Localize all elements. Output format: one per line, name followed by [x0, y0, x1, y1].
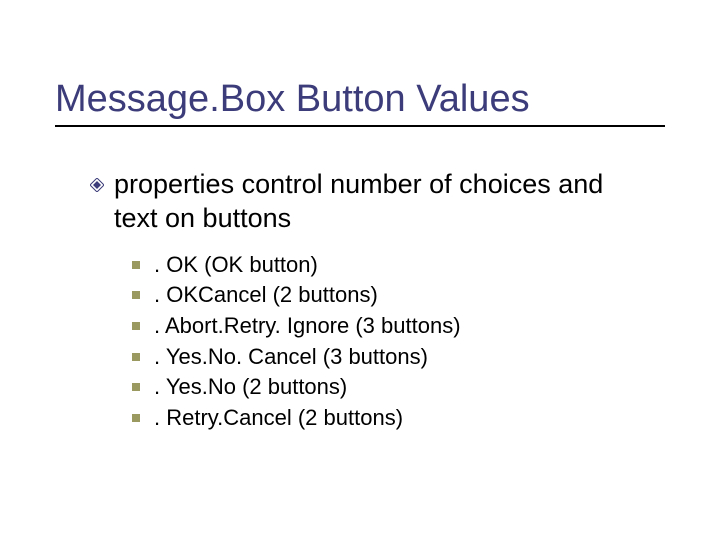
square-bullet-icon: [132, 383, 140, 391]
square-bullet-icon: [132, 353, 140, 361]
square-bullet-icon: [132, 291, 140, 299]
list-item-text: . Yes.No (2 buttons): [154, 372, 347, 402]
list-item-text: . Retry.Cancel (2 buttons): [154, 403, 403, 433]
diamond-bullet-icon: [90, 178, 104, 197]
list-item-text: . OKCancel (2 buttons): [154, 280, 378, 310]
list-item-text: . OK (OK button): [154, 250, 318, 280]
list-item: . OKCancel (2 buttons): [132, 280, 650, 310]
slide: Message.Box Button Values properties con…: [0, 0, 720, 540]
square-bullet-icon: [132, 322, 140, 330]
square-bullet-icon: [132, 261, 140, 269]
list-item: . OK (OK button): [132, 250, 650, 280]
slide-title: Message.Box Button Values: [55, 78, 665, 121]
list-item: . Retry.Cancel (2 buttons): [132, 403, 650, 433]
list-item: . Yes.No (2 buttons): [132, 372, 650, 402]
list-item-text: . Abort.Retry. Ignore (3 buttons): [154, 311, 461, 341]
list-item-text: . Yes.No. Cancel (3 buttons): [154, 342, 428, 372]
square-bullet-icon: [132, 414, 140, 422]
value-list: . OK (OK button) . OKCancel (2 buttons) …: [132, 250, 650, 433]
list-item: . Yes.No. Cancel (3 buttons): [132, 342, 650, 372]
body-block: properties control number of choices and…: [90, 168, 650, 434]
list-item: . Abort.Retry. Ignore (3 buttons): [132, 311, 650, 341]
intro-text: properties control number of choices and…: [114, 168, 650, 236]
intro-item: properties control number of choices and…: [90, 168, 650, 236]
title-block: Message.Box Button Values: [55, 78, 665, 127]
